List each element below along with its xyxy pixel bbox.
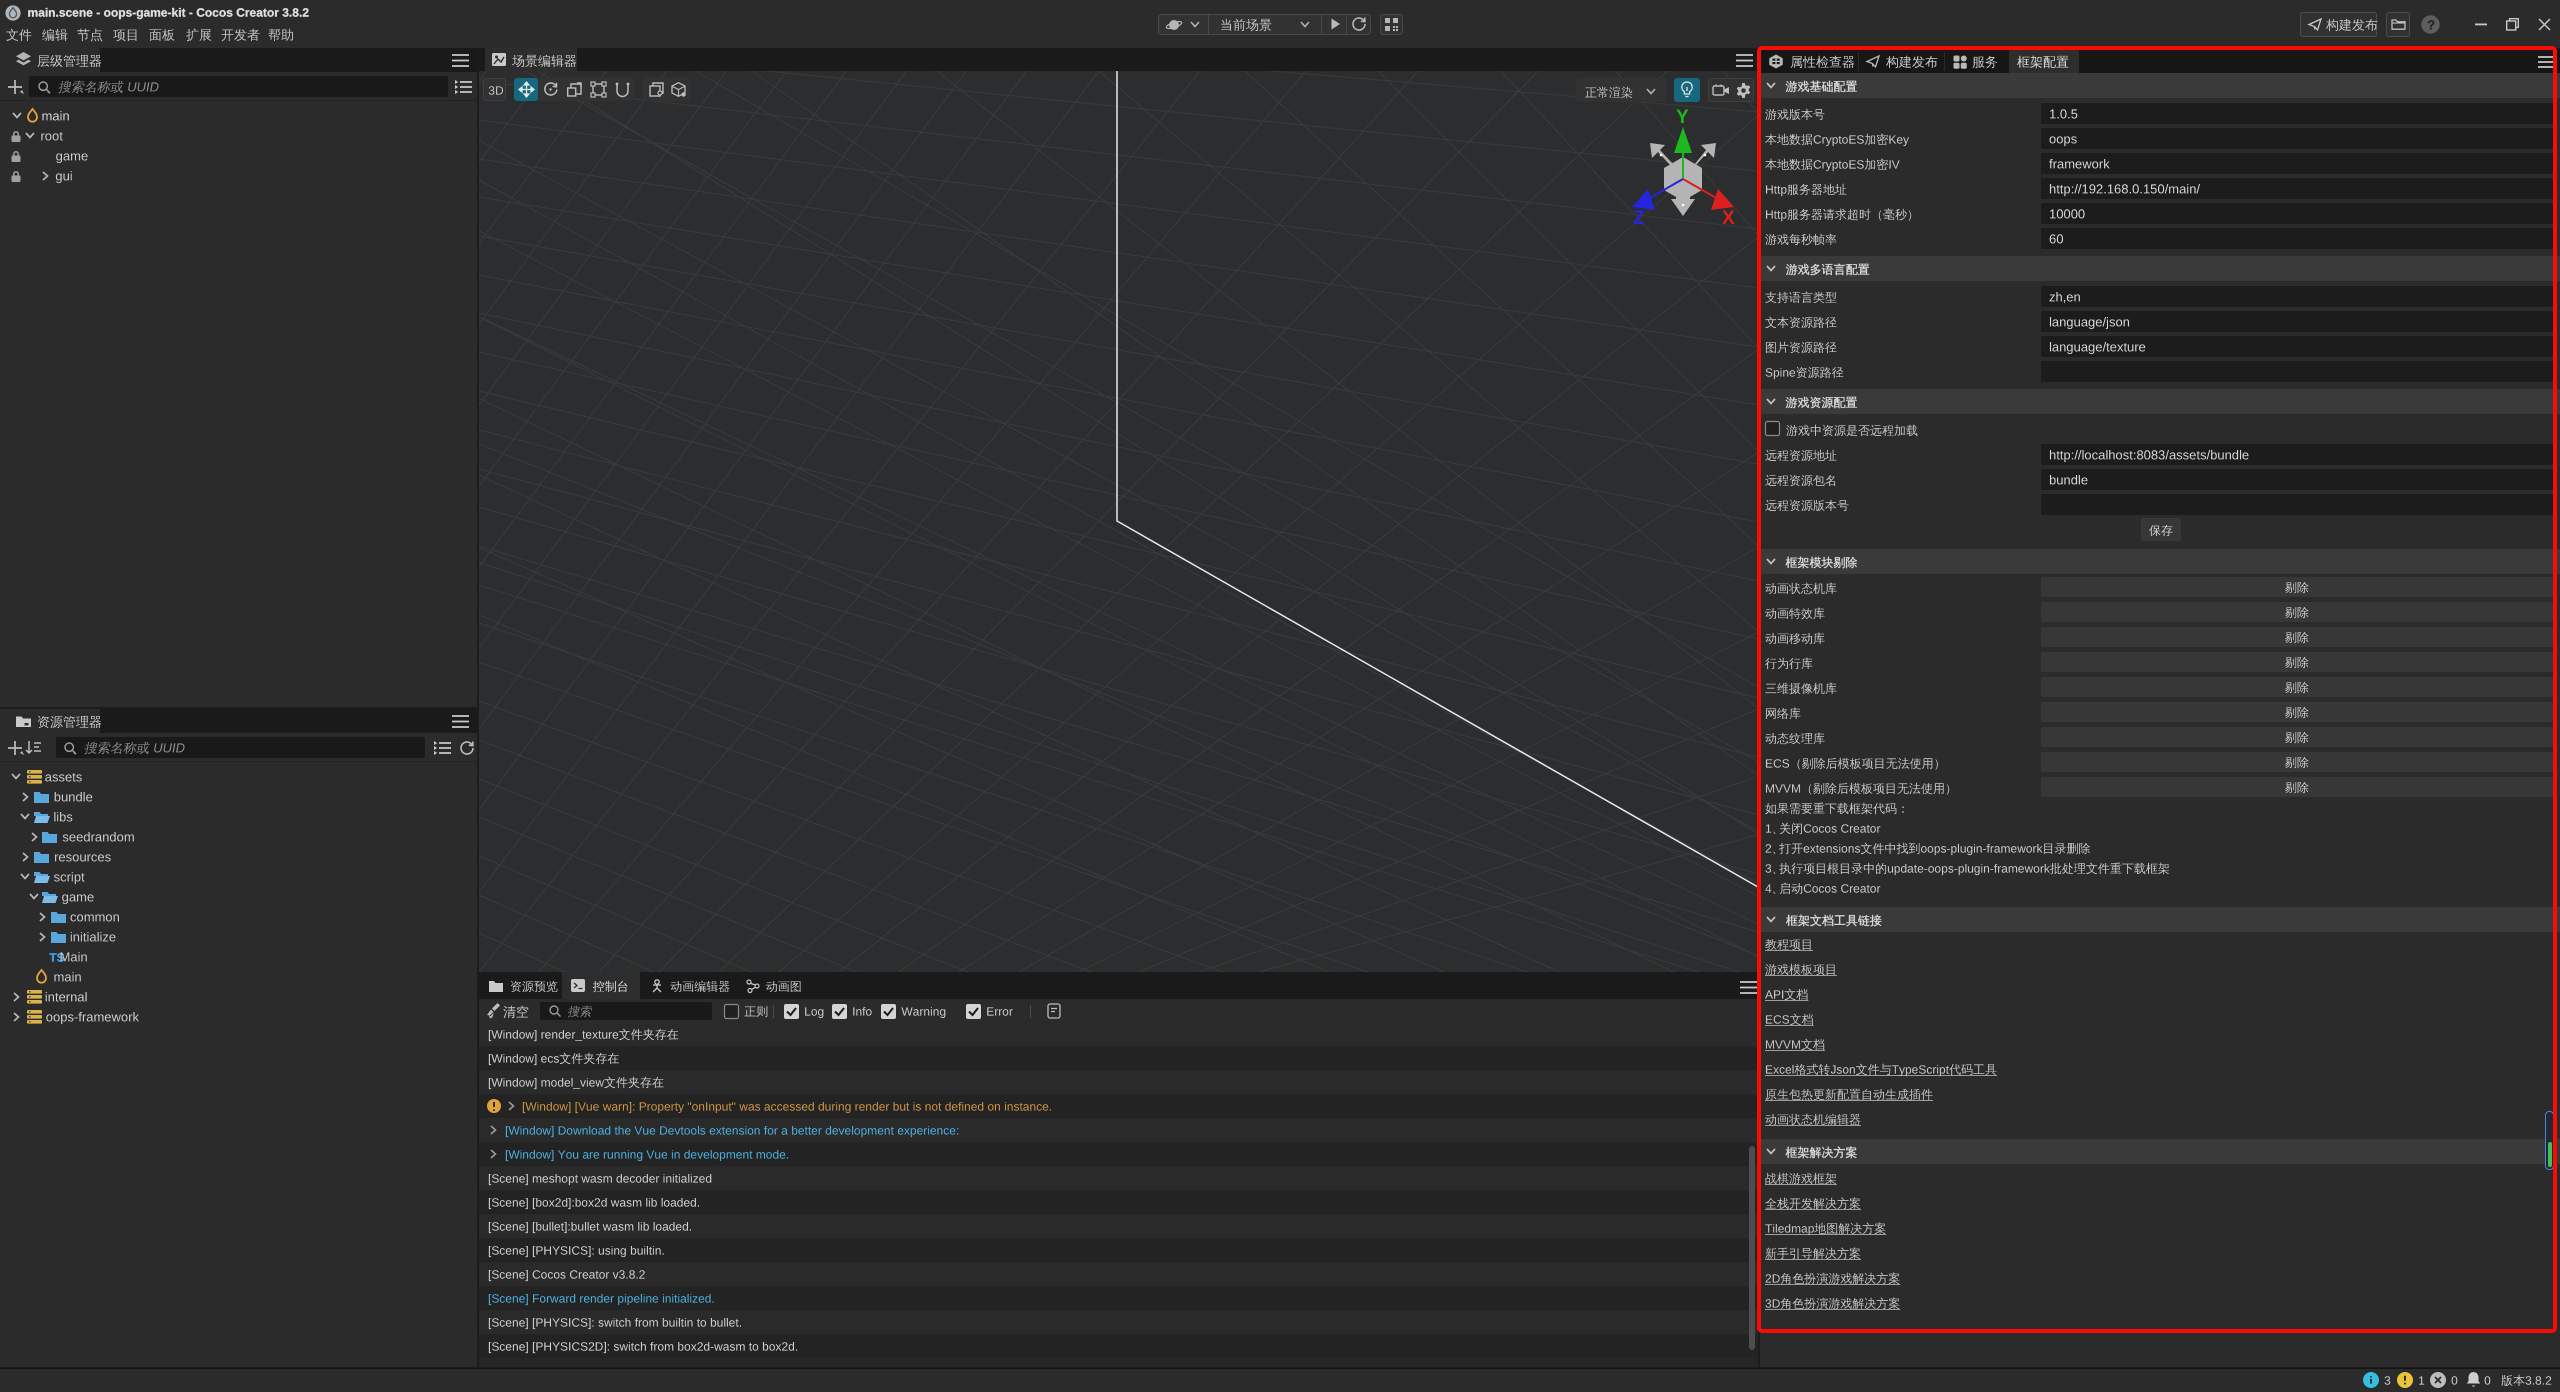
svg-text:X: X xyxy=(1722,208,1735,229)
svg-text:Y: Y xyxy=(1676,107,1689,128)
svg-text:Z: Z xyxy=(1633,208,1645,229)
